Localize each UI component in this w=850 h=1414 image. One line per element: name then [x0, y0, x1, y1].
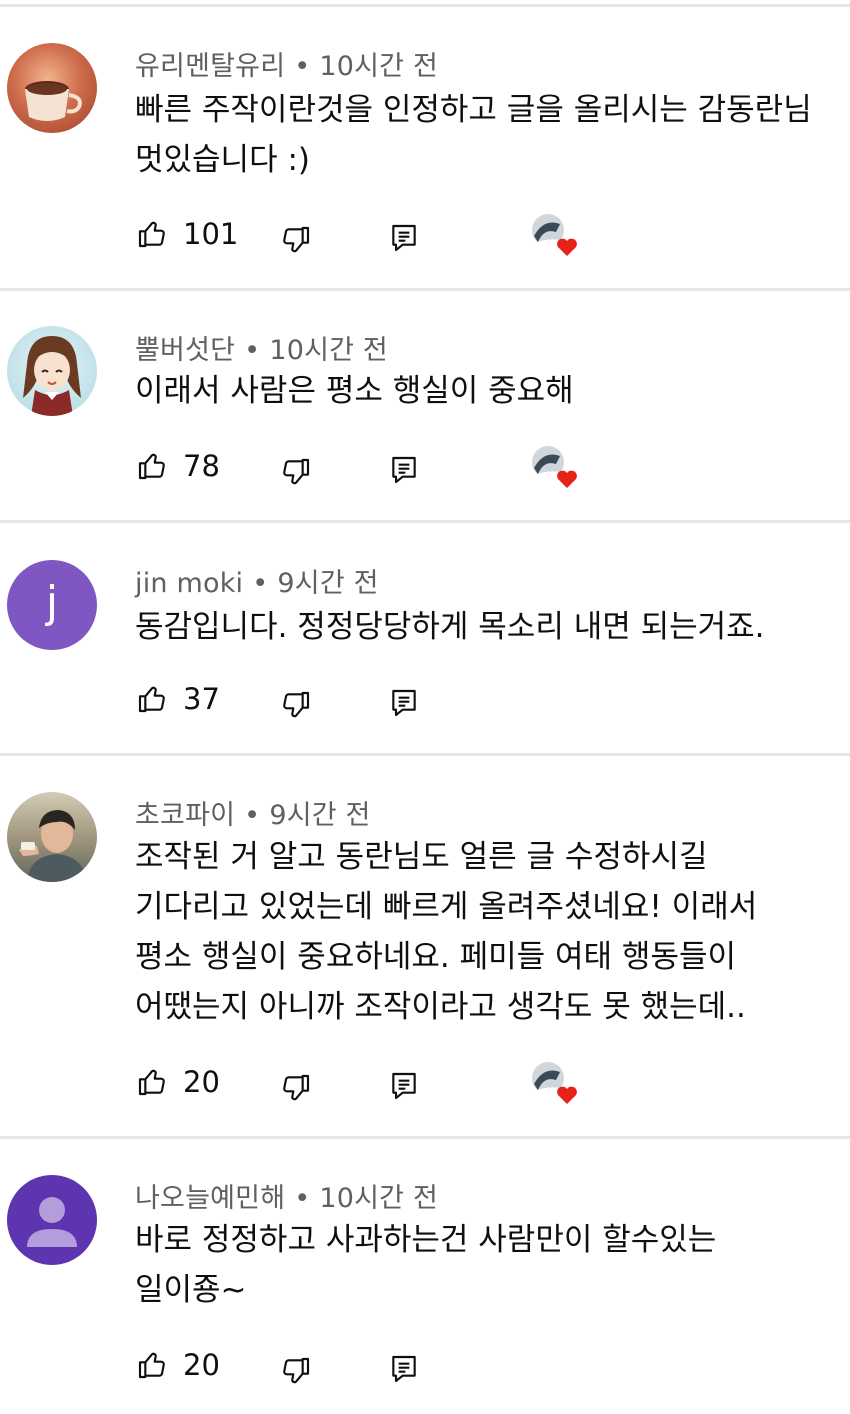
thumb-up-icon — [138, 453, 165, 480]
dislike-button[interactable] — [280, 218, 312, 262]
thumb-up-icon — [138, 686, 165, 713]
meta-separator: • — [244, 335, 261, 366]
comment-text: 동감입니다. 정정당당하게 목소리 내면 되는거죠. — [135, 602, 765, 652]
reply-icon — [392, 689, 416, 717]
comment-actions: 20 — [0, 1060, 850, 1104]
comment-line: 일이죵~ — [135, 1272, 247, 1308]
like-count: 37 — [183, 682, 220, 716]
reply-button[interactable] — [388, 681, 420, 725]
comment-line: 평소 행실이 중요하네요. 페미들 여태 행동들이 — [135, 939, 737, 975]
avatar[interactable] — [7, 792, 97, 882]
default-user-icon — [27, 1197, 77, 1247]
reply-icon — [392, 224, 416, 252]
divider — [0, 4, 850, 7]
reply-button[interactable] — [388, 216, 420, 260]
meta-separator: • — [252, 568, 269, 599]
comment-meta: 뿔버섯단 • 10시간 전 — [135, 328, 388, 367]
creator-heart-icon — [532, 446, 577, 488]
like-button[interactable] — [136, 677, 168, 721]
comment-line: 이래서 사람은 평소 행실이 중요해 — [135, 373, 574, 409]
meta-separator: • — [294, 1183, 311, 1214]
comment-meta: jin moki • 9시간 전 — [135, 561, 379, 600]
reply-icon — [392, 1072, 416, 1100]
creator-heart-badge — [530, 212, 580, 258]
thumb-up-icon — [138, 1069, 165, 1096]
divider — [0, 520, 850, 523]
avatar-letter: j — [45, 577, 59, 628]
person-photo-icon — [19, 810, 87, 882]
creator-heart-badge — [530, 1060, 580, 1106]
comment-line: 기다리고 있었는데 빠르게 올려주셨네요! 이래서 — [135, 889, 758, 925]
divider — [0, 1136, 850, 1139]
comment-text: 조작된 거 알고 동란님도 얼른 글 수정하시길 기다리고 있었는데 빠르게 올… — [135, 832, 757, 1032]
comment-text: 이래서 사람은 평소 행실이 중요해 — [135, 366, 574, 416]
like-count: 20 — [183, 1348, 220, 1382]
creator-heart-badge — [530, 444, 580, 490]
like-button[interactable] — [136, 1060, 168, 1104]
comment-actions: 20 — [0, 1343, 850, 1387]
meta-separator: • — [244, 800, 261, 831]
avatar[interactable]: j — [7, 560, 97, 650]
author-name[interactable]: 초코파이 — [135, 800, 235, 831]
timestamp[interactable]: 10시간 전 — [269, 335, 388, 366]
thumb-up-icon — [138, 1352, 165, 1379]
dislike-button[interactable] — [280, 1349, 312, 1393]
author-name[interactable]: 뿔버섯단 — [135, 335, 235, 366]
comment-meta: 초코파이 • 9시간 전 — [135, 793, 371, 832]
meta-separator: • — [294, 51, 311, 82]
comment-line: 동감입니다. 정정당당하게 목소리 내면 되는거죠. — [135, 609, 765, 645]
dislike-button[interactable] — [280, 450, 312, 494]
avatar[interactable] — [7, 43, 97, 133]
reply-icon — [392, 1355, 416, 1383]
thumb-down-icon — [283, 1357, 310, 1384]
author-name[interactable]: 유리멘탈유리 — [135, 51, 285, 82]
reply-button[interactable] — [388, 1347, 420, 1391]
comment-actions: 101 — [0, 212, 850, 256]
comment-line: 빠른 주작이란것을 인정하고 글을 올리시는 감동란님 — [135, 92, 812, 128]
author-name[interactable]: 나오늘예민해 — [135, 1183, 285, 1214]
timestamp[interactable]: 9시간 전 — [269, 800, 370, 831]
creator-heart-icon — [532, 214, 577, 256]
timestamp[interactable]: 10시간 전 — [319, 1183, 438, 1214]
comment-line: 바로 정정하고 사과하는건 사람만이 할수있는 — [135, 1222, 717, 1258]
cup-photo-icon — [25, 81, 82, 121]
comment-line: 조작된 거 알고 동란님도 얼른 글 수정하시길 — [135, 839, 708, 875]
timestamp[interactable]: 10시간 전 — [319, 51, 438, 82]
thumb-down-icon — [283, 1074, 310, 1101]
thumb-down-icon — [283, 458, 310, 485]
anime-character-icon — [23, 336, 81, 416]
comment-actions: 37 — [0, 677, 850, 721]
comment-meta: 나오늘예민해 • 10시간 전 — [135, 1176, 438, 1215]
author-name[interactable]: jin moki — [135, 568, 243, 599]
like-button[interactable] — [136, 444, 168, 488]
comment-line: 어땠는지 아니까 조작이라고 생각도 못 했는데.. — [135, 989, 746, 1025]
like-count: 20 — [183, 1065, 220, 1099]
comment-meta: 유리멘탈유리 • 10시간 전 — [135, 44, 438, 83]
like-button[interactable] — [136, 1343, 168, 1387]
divider — [0, 753, 850, 756]
dislike-button[interactable] — [280, 1066, 312, 1110]
like-count: 78 — [183, 449, 220, 483]
reply-button[interactable] — [388, 1064, 420, 1108]
avatar[interactable] — [7, 326, 97, 416]
timestamp[interactable]: 9시간 전 — [277, 568, 378, 599]
divider — [0, 288, 850, 291]
thumb-down-icon — [283, 226, 310, 253]
comment-text: 빠른 주작이란것을 인정하고 글을 올리시는 감동란님 멋있습니다 :) — [135, 85, 812, 185]
thumb-down-icon — [283, 691, 310, 718]
reply-icon — [392, 456, 416, 484]
like-button[interactable] — [136, 212, 168, 256]
comment-actions: 78 — [0, 444, 850, 488]
reply-button[interactable] — [388, 448, 420, 492]
dislike-button[interactable] — [280, 683, 312, 727]
comment-line: 멋있습니다 :) — [135, 142, 310, 178]
avatar[interactable] — [7, 1175, 97, 1265]
thumb-up-icon — [138, 221, 165, 248]
like-count: 101 — [183, 217, 239, 251]
comment-text: 바로 정정하고 사과하는건 사람만이 할수있는 일이죵~ — [135, 1215, 716, 1315]
creator-heart-icon — [532, 1062, 577, 1104]
